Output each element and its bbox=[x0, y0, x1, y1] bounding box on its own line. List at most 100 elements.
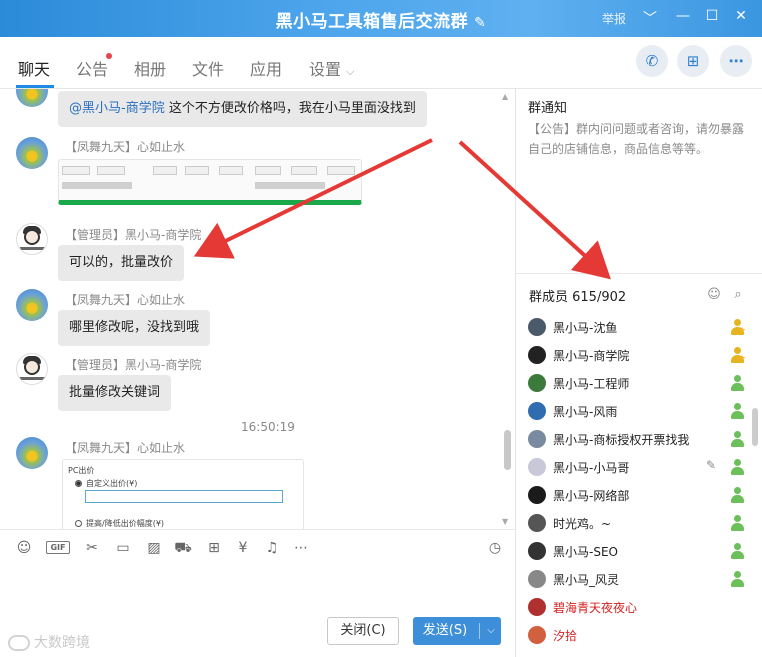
tab-album[interactable]: 相册 bbox=[134, 56, 166, 80]
member-item[interactable]: 黑小马-小马哥 ✎ bbox=[516, 453, 756, 481]
member-item[interactable]: 时光鸡。~ bbox=[516, 509, 756, 537]
scroll-thumb[interactable] bbox=[752, 408, 758, 446]
divider bbox=[516, 273, 762, 274]
search-icon[interactable]: ⌕ bbox=[730, 287, 746, 303]
close-icon[interactable]: ✕ bbox=[731, 8, 751, 24]
star-icon: ★ bbox=[738, 326, 747, 336]
bell-icon[interactable]: ♫ bbox=[263, 539, 281, 557]
member-item[interactable]: 黑小马-商标授权开票找我 bbox=[516, 425, 756, 453]
tab-apps[interactable]: 应用 bbox=[250, 56, 282, 80]
member-avatar[interactable] bbox=[528, 598, 546, 616]
message-bubble[interactable]: @黑小马-商学院 这个不方便改价格吗，我在小马里面没找到 bbox=[58, 91, 427, 127]
pencil-icon[interactable]: ✎ bbox=[474, 15, 486, 31]
member-name: 黑小马_风灵 bbox=[553, 573, 620, 587]
message-bubble[interactable]: 哪里修改呢，没找到哦 bbox=[58, 310, 211, 346]
member-avatar[interactable] bbox=[528, 458, 546, 476]
member-name: 黑小马-商标授权开票找我 bbox=[553, 433, 690, 447]
avatar[interactable] bbox=[16, 89, 48, 107]
image-detail bbox=[255, 166, 281, 175]
member-avatar[interactable] bbox=[528, 542, 546, 560]
edit-pencil-icon[interactable]: ✎ bbox=[706, 458, 716, 472]
minimize-icon[interactable]: — bbox=[673, 8, 693, 24]
member-item[interactable]: 黑小马-商学院 ★ bbox=[516, 341, 756, 369]
member-name: 汐拾 bbox=[553, 629, 578, 643]
chevron-down-icon[interactable]: ⌵ bbox=[481, 617, 501, 645]
chat-scrollbar[interactable] bbox=[504, 430, 511, 470]
image-icon[interactable]: ▨ bbox=[145, 539, 163, 557]
member-name: 黑小马-风雨 bbox=[553, 405, 618, 419]
admin-badge-icon bbox=[729, 570, 746, 588]
member-item[interactable]: 黑小马_风灵 bbox=[516, 565, 756, 593]
report-button[interactable]: 举报 bbox=[602, 10, 626, 27]
badge-detail bbox=[734, 375, 741, 382]
star-icon: ★ bbox=[738, 354, 747, 364]
member-avatar[interactable] bbox=[528, 486, 546, 504]
gift-icon[interactable]: ⊞ bbox=[205, 539, 223, 557]
folder-icon[interactable]: ▭ bbox=[114, 539, 132, 557]
message-bubble[interactable]: 可以的，批量改价 bbox=[58, 245, 185, 281]
member-avatar[interactable] bbox=[528, 570, 546, 588]
tab-files[interactable]: 文件 bbox=[192, 56, 224, 80]
clock-icon[interactable]: ◷ bbox=[486, 539, 504, 557]
chevron-down-icon[interactable]: ﹀ bbox=[640, 8, 660, 28]
member-item[interactable]: 黑小马-网络部 bbox=[516, 481, 756, 509]
tab-notice[interactable]: 公告 bbox=[76, 56, 108, 80]
red-packet-icon[interactable]: ⛟ bbox=[174, 539, 192, 557]
message-bubble[interactable]: 批量修改关键词 bbox=[58, 375, 172, 411]
close-button[interactable]: 关闭(C) bbox=[327, 617, 399, 645]
avatar[interactable] bbox=[16, 223, 48, 255]
coupon-icon[interactable]: ¥ bbox=[234, 539, 252, 557]
shared-screenshot-image[interactable] bbox=[58, 159, 362, 205]
tab-chat[interactable]: 聊天 bbox=[18, 56, 50, 80]
member-avatar[interactable] bbox=[528, 430, 546, 448]
member-name: 碧海青天夜夜心 bbox=[553, 601, 638, 615]
admin-badge-icon bbox=[729, 542, 746, 560]
add-chat-icon[interactable]: ⊞ bbox=[677, 45, 709, 77]
member-item[interactable]: 黑小马-工程师 bbox=[516, 369, 756, 397]
member-avatar[interactable] bbox=[528, 626, 546, 644]
avatar[interactable] bbox=[16, 437, 48, 469]
image-text: 自定义出价(¥) bbox=[86, 479, 138, 488]
member-item[interactable]: 碧海青天夜夜心 bbox=[516, 593, 756, 621]
add-member-icon[interactable]: ☺ bbox=[706, 287, 722, 303]
member-item[interactable]: 黑小马-风雨 bbox=[516, 397, 756, 425]
member-count: 群成员 615/902 bbox=[529, 290, 627, 305]
scroll-up-icon[interactable]: ▲ bbox=[502, 92, 508, 101]
avatar[interactable] bbox=[16, 289, 48, 321]
member-item[interactable]: 黑小马-SEO bbox=[516, 537, 756, 565]
send-button[interactable]: 发送(S) ⌵ bbox=[413, 617, 501, 645]
member-avatar[interactable] bbox=[528, 374, 546, 392]
member-avatar[interactable] bbox=[528, 318, 546, 336]
member-avatar[interactable] bbox=[528, 402, 546, 420]
badge-detail bbox=[734, 515, 741, 522]
member-name: 黑小马-SEO bbox=[553, 545, 618, 559]
badge-detail bbox=[734, 403, 741, 410]
sender-name: 【凤舞九天】心如止水 bbox=[65, 140, 186, 154]
tab-settings[interactable]: 设置 ⌵ bbox=[309, 56, 354, 80]
member-item[interactable]: 黑小马-沈鱼 ★ bbox=[516, 313, 756, 341]
maximize-icon[interactable]: ☐ bbox=[702, 8, 722, 24]
member-name: 黑小马-小马哥 bbox=[553, 461, 630, 475]
scissors-icon[interactable]: ✂ bbox=[83, 539, 101, 557]
badge-detail bbox=[731, 579, 744, 587]
emoji-icon[interactable]: ☺ bbox=[15, 539, 33, 557]
mention-link[interactable]: @黑小马-商学院 bbox=[69, 101, 165, 116]
badge-detail bbox=[734, 571, 741, 578]
gif-icon[interactable]: GIF bbox=[46, 541, 70, 554]
badge-detail bbox=[731, 411, 744, 419]
member-list-scrollbar[interactable] bbox=[752, 300, 758, 657]
phone-icon[interactable]: ✆ bbox=[636, 45, 668, 77]
member-avatar[interactable] bbox=[528, 514, 546, 532]
member-item[interactable]: 汐拾 bbox=[516, 621, 756, 649]
chat-message-list[interactable]: @黑小马-商学院 这个不方便改价格吗，我在小马里面没找到 【凤舞九天】心如止水 … bbox=[0, 89, 515, 529]
member-avatar[interactable] bbox=[528, 346, 546, 364]
more-icon[interactable]: ⋯ bbox=[720, 45, 752, 77]
shared-screenshot-image[interactable]: PC出价 自定义出价(¥) 提高/降低出价幅度(¥) bbox=[62, 459, 304, 529]
badge-detail bbox=[734, 543, 741, 550]
avatar[interactable] bbox=[16, 137, 48, 169]
more-dots-icon[interactable]: ⋯ bbox=[292, 539, 310, 557]
avatar[interactable] bbox=[16, 353, 48, 385]
watermark: 大数跨境 bbox=[8, 632, 90, 652]
group-notice[interactable]: 群通知 【公告】群内问问题或者咨询，请勿暴露自己的店铺信息，商品信息等等。 bbox=[516, 89, 762, 273]
scroll-down-icon[interactable]: ▼ bbox=[502, 517, 508, 526]
